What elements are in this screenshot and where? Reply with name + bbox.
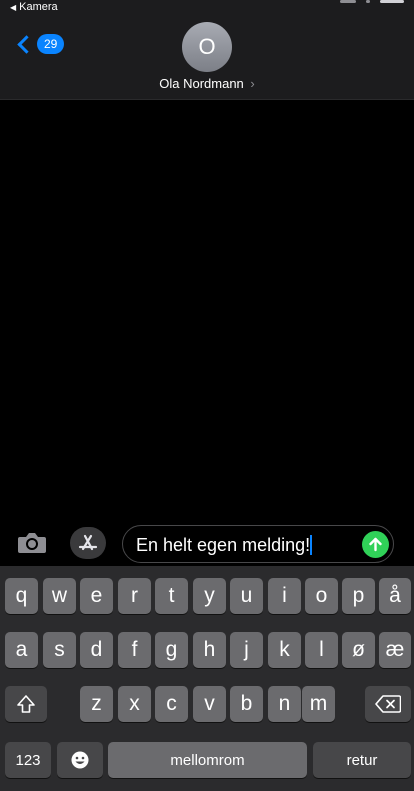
- key-label: b: [240, 692, 253, 715]
- key-e[interactable]: e: [80, 578, 113, 614]
- key-label: w: [51, 584, 68, 607]
- contact-avatar[interactable]: O: [182, 22, 232, 72]
- status-bar: ◀ Kamera: [0, 0, 414, 18]
- return-key[interactable]: retur: [313, 742, 411, 778]
- keyboard: q w e r t y u i o p å a s d f g h j k l …: [0, 566, 414, 791]
- key-label: æ: [385, 638, 405, 661]
- key-m[interactable]: m: [302, 686, 335, 722]
- key-aa[interactable]: å: [379, 578, 411, 614]
- backspace-icon: [375, 695, 401, 713]
- key-c[interactable]: c: [155, 686, 188, 722]
- key-label: v: [204, 692, 215, 715]
- conversation-header: ◀ Kamera 29 O Ola Nordmann ›: [0, 0, 414, 100]
- key-p[interactable]: p: [342, 578, 375, 614]
- key-r[interactable]: r: [118, 578, 151, 614]
- key-label: s: [54, 638, 65, 661]
- numbers-label: 123: [15, 751, 41, 769]
- key-label: m: [309, 692, 328, 715]
- key-label: å: [389, 584, 401, 607]
- key-t[interactable]: t: [155, 578, 188, 614]
- key-label: g: [165, 638, 178, 661]
- key-g[interactable]: g: [155, 632, 188, 668]
- app-store-button[interactable]: [70, 527, 106, 559]
- space-label: mellomrom: [170, 751, 245, 769]
- key-x[interactable]: x: [118, 686, 151, 722]
- emoji-icon: [71, 751, 89, 769]
- wifi-icon: [366, 0, 370, 3]
- key-label: l: [319, 638, 324, 661]
- compose-bar: En helt egen melding!: [0, 520, 414, 566]
- emoji-key[interactable]: [57, 742, 103, 778]
- app-store-icon: [78, 534, 98, 551]
- key-d[interactable]: d: [80, 632, 113, 668]
- key-label: e: [90, 584, 103, 607]
- key-label: y: [204, 584, 215, 607]
- key-w[interactable]: w: [43, 578, 76, 614]
- key-o[interactable]: o: [305, 578, 338, 614]
- text-caret: [310, 535, 313, 555]
- contact-name: Ola Nordmann: [159, 76, 244, 91]
- key-label: a: [15, 638, 28, 661]
- key-label: t: [168, 584, 175, 607]
- signal-icon: [340, 0, 356, 3]
- key-k[interactable]: k: [268, 632, 301, 668]
- camera-icon: [18, 533, 46, 553]
- key-b[interactable]: b: [230, 686, 263, 722]
- key-label: j: [244, 638, 249, 661]
- back-app-label: Kamera: [19, 1, 58, 13]
- key-label: h: [203, 638, 216, 661]
- status-indicators: [340, 0, 404, 3]
- key-label: c: [166, 692, 177, 715]
- key-i[interactable]: i: [268, 578, 301, 614]
- key-label: d: [90, 638, 103, 661]
- key-label: i: [282, 584, 287, 607]
- return-label: retur: [346, 751, 378, 769]
- shift-key[interactable]: [5, 686, 47, 722]
- key-l[interactable]: l: [305, 632, 338, 668]
- send-button[interactable]: [362, 531, 389, 558]
- key-f[interactable]: f: [118, 632, 151, 668]
- key-label: p: [352, 584, 365, 607]
- back-button[interactable]: 29: [14, 34, 65, 54]
- key-label: r: [131, 584, 138, 607]
- back-to-app[interactable]: ◀ Kamera: [10, 1, 58, 13]
- backspace-key[interactable]: [365, 686, 411, 722]
- chevron-left-icon: [17, 34, 36, 54]
- key-n[interactable]: n: [268, 686, 301, 722]
- chevron-right-icon: ›: [250, 76, 255, 91]
- key-j[interactable]: j: [230, 632, 263, 668]
- key-v[interactable]: v: [193, 686, 226, 722]
- camera-button[interactable]: [16, 531, 48, 555]
- key-label: o: [315, 584, 328, 607]
- key-h[interactable]: h: [193, 632, 226, 668]
- key-label: z: [91, 692, 102, 715]
- unread-count-badge: 29: [37, 34, 65, 54]
- arrow-up-icon: [369, 537, 382, 552]
- contact-name-button[interactable]: Ola Nordmann ›: [0, 76, 414, 91]
- key-label: f: [131, 638, 138, 661]
- message-text[interactable]: En helt egen melding!: [136, 535, 313, 556]
- key-z[interactable]: z: [80, 686, 113, 722]
- key-label: n: [278, 692, 291, 715]
- key-label: ø: [352, 638, 365, 661]
- key-ae[interactable]: æ: [379, 632, 411, 668]
- key-label: q: [15, 584, 28, 607]
- key-label: u: [240, 584, 253, 607]
- space-key[interactable]: mellomrom: [108, 742, 307, 778]
- shift-icon: [17, 695, 35, 713]
- key-s[interactable]: s: [43, 632, 76, 668]
- back-triangle-icon: ◀: [10, 2, 17, 12]
- battery-icon: [380, 0, 404, 3]
- key-a[interactable]: a: [5, 632, 38, 668]
- key-label: x: [129, 692, 140, 715]
- message-input[interactable]: En helt egen melding!: [122, 525, 394, 563]
- numbers-key[interactable]: 123: [5, 742, 51, 778]
- key-y[interactable]: y: [193, 578, 226, 614]
- key-q[interactable]: q: [5, 578, 38, 614]
- message-text-value: En helt egen melding!: [136, 535, 311, 555]
- key-label: k: [279, 638, 290, 661]
- avatar-initial: O: [198, 34, 216, 59]
- key-u[interactable]: u: [230, 578, 263, 614]
- key-oe[interactable]: ø: [342, 632, 375, 668]
